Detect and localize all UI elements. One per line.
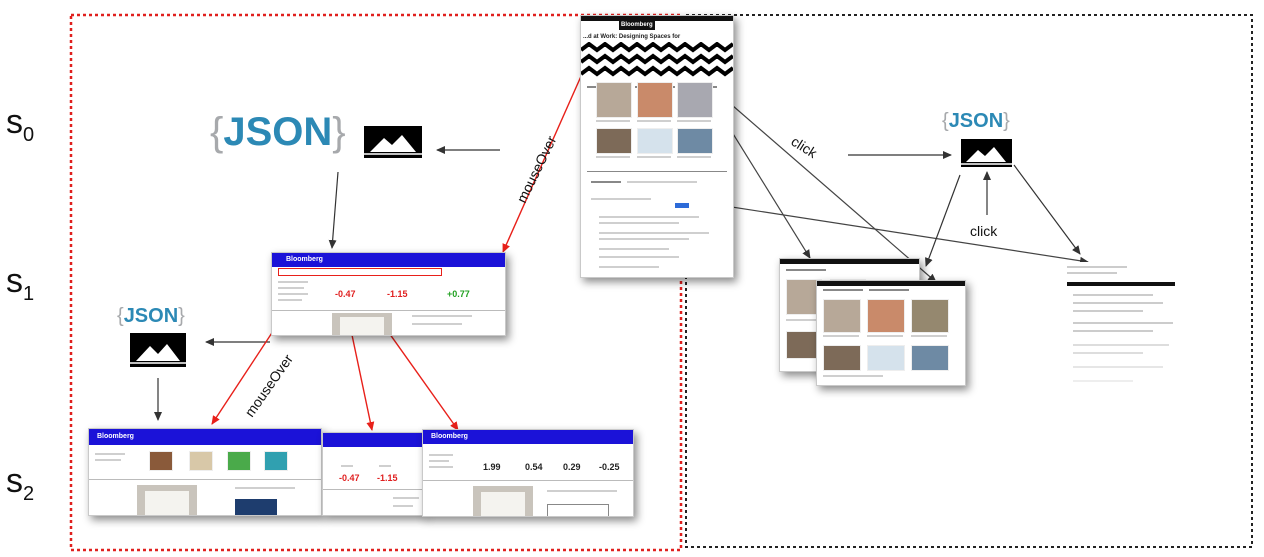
market-value: -0.47 bbox=[339, 473, 360, 483]
market-value: 0.54 bbox=[525, 462, 543, 472]
edge-label-mouseover-bottom: mouseOver bbox=[241, 351, 296, 420]
market-value: 1.99 bbox=[483, 462, 501, 472]
brand-logo: Bloomberg bbox=[431, 433, 468, 440]
arrow-click-2 bbox=[724, 98, 937, 283]
brand-logo: Bloomberg bbox=[286, 256, 323, 263]
screenshot-click-b bbox=[816, 280, 966, 386]
edge-label-click-top: click bbox=[788, 133, 820, 162]
diagram-canvas: mouseOver mouseOver click click s0 s1 s2… bbox=[0, 0, 1264, 557]
screenshot-s1: Bloomberg -0.47 -1.15 +0.77 bbox=[271, 252, 506, 336]
zigzag-banner bbox=[581, 42, 733, 84]
market-value: -0.25 bbox=[599, 462, 620, 472]
page-heading: ...d at Work: Designing Spaces for bbox=[583, 34, 681, 40]
image-icon bbox=[961, 139, 1012, 167]
screenshot-s2-a: Bloomberg bbox=[88, 428, 322, 516]
market-value: 0.29 bbox=[563, 462, 581, 472]
state-label-s0: s0 bbox=[6, 103, 35, 146]
brand-logo: Bloomberg bbox=[97, 433, 134, 440]
market-value: +0.77 bbox=[447, 289, 470, 299]
arrow-json2-to-s1c bbox=[1013, 164, 1081, 255]
screenshot-s2-b: -0.47 -1.15 bbox=[322, 432, 424, 516]
json-logo: {JSON} bbox=[942, 110, 1010, 132]
market-value: -0.47 bbox=[335, 289, 356, 299]
json-logo: {JSON} bbox=[210, 110, 346, 154]
screenshot-click-c bbox=[1063, 262, 1183, 402]
state-label-s2: s2 bbox=[6, 462, 35, 505]
nav-highlight bbox=[278, 268, 442, 276]
screenshot-root: Bloomberg ...d at Work: Designing Spaces… bbox=[580, 15, 734, 278]
market-value: -1.15 bbox=[387, 289, 408, 299]
brand-logo: Bloomberg bbox=[619, 21, 655, 30]
state-label-s1: s1 bbox=[6, 262, 35, 305]
market-value: -1.15 bbox=[377, 473, 398, 483]
image-icon bbox=[364, 126, 422, 158]
arrow-json0-to-s1 bbox=[328, 171, 339, 249]
edge-label-click-bottom: click bbox=[970, 223, 998, 239]
screenshot-s2-c: Bloomberg 1.99 0.54 0.29 -0.25 bbox=[422, 429, 634, 517]
arrow-json2-to-s1a bbox=[925, 174, 961, 267]
edge-label-mouseover-top: mouseOver bbox=[513, 133, 559, 205]
image-icon bbox=[130, 333, 186, 367]
arrow-click-3 bbox=[705, 202, 1089, 265]
json-logo: {JSON} bbox=[117, 305, 185, 327]
